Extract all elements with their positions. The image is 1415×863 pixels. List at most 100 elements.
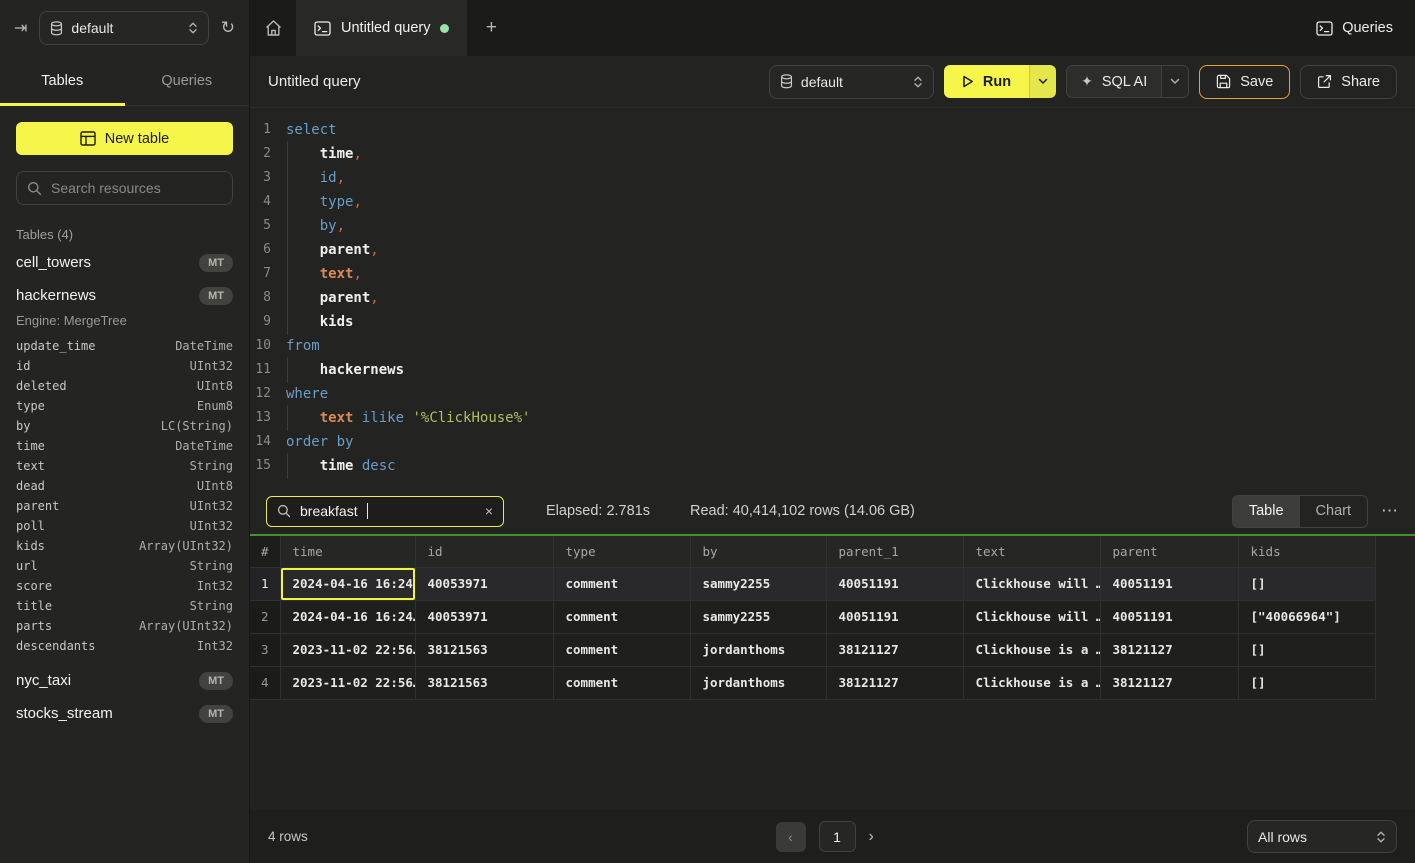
sidebar-table-nyc_taxi[interactable]: nyc_taxiMT [16,664,233,697]
code-line[interactable]: 2 time, [250,142,1415,166]
row-number[interactable]: 2 [250,600,280,633]
table-cell[interactable]: comment [553,666,690,699]
column-header-parent_1[interactable]: parent_1 [826,536,963,567]
code-line[interactable]: 10from [250,334,1415,358]
terminal-icon [1316,21,1333,36]
table-cell[interactable]: 40051191 [826,567,963,600]
code-line[interactable]: 15 time desc [250,454,1415,478]
code-line[interactable]: 5 by, [250,214,1415,238]
share-button[interactable]: Share [1300,65,1397,99]
column-header-by[interactable]: by [690,536,826,567]
table-cell[interactable]: 40053971 [415,567,553,600]
column-name: score [16,579,52,593]
chevron-updown-icon [913,75,923,89]
sidebar-tab-queries[interactable]: Queries [125,56,250,105]
run-options-chevron[interactable] [1029,65,1056,98]
new-table-button[interactable]: New table [16,122,233,155]
clear-search-icon[interactable]: × [485,503,493,519]
topbar-spacer [515,0,1316,56]
queries-button[interactable]: Queries [1316,0,1393,56]
table-cell[interactable]: jordanthoms [690,666,826,699]
table-cell[interactable]: 38121127 [1100,666,1238,699]
table-cell[interactable]: comment [553,600,690,633]
tab-untitled-query[interactable]: Untitled query [296,0,467,56]
column-header-kids[interactable]: kids [1238,536,1375,567]
table-cell[interactable]: 40051191 [1100,600,1238,633]
table-cell[interactable]: sammy2255 [690,567,826,600]
sql-editor[interactable]: 1select2 time,3 id,4 type,5 by,6 parent,… [250,108,1415,488]
code-line[interactable]: 6 parent, [250,238,1415,262]
column-header-parent[interactable]: parent [1100,536,1238,567]
sidebar-tab-tables[interactable]: Tables [0,56,125,105]
sidebar-table-cell_towers[interactable]: cell_towersMT [16,246,233,279]
table-cell[interactable]: 2023-11-02 22:56… [280,666,415,699]
query-database-selector[interactable]: default [769,65,934,99]
new-tab-button[interactable]: + [467,0,515,56]
column-header-text[interactable]: text [963,536,1100,567]
table-cell[interactable]: 38121127 [826,633,963,666]
code-line[interactable]: 7 text, [250,262,1415,286]
table-cell[interactable]: 2023-11-02 22:56… [280,633,415,666]
column-header-id[interactable]: id [415,536,553,567]
code-line[interactable]: 1select [250,118,1415,142]
code-line[interactable]: 13 text ilike '%ClickHouse%' [250,406,1415,430]
code-line[interactable]: 4 type, [250,190,1415,214]
code-line[interactable]: 11 hackernews [250,358,1415,382]
table-cell[interactable]: 38121563 [415,633,553,666]
page-size-selector[interactable]: All rows [1247,820,1397,853]
results-table-area: #timeidtypebyparent_1textparentkids 12024… [250,536,1415,810]
code-line[interactable]: 3 id, [250,166,1415,190]
page-number-input[interactable]: 1 [818,821,855,852]
table-cell[interactable]: Clickhouse is a … [963,666,1100,699]
run-button[interactable]: Run [944,65,1029,98]
save-button[interactable]: Save [1199,65,1290,99]
next-page-icon[interactable]: › [868,828,873,846]
table-cell[interactable]: 38121563 [415,666,553,699]
column-header-#[interactable]: # [250,536,280,567]
collapse-sidebar-icon[interactable]: ⇥ [14,18,27,38]
results-search-box[interactable]: breakfast × [266,496,504,527]
sidebar-tabs: Tables Queries [0,56,249,106]
table-cell[interactable]: 40053971 [415,600,553,633]
table-cell[interactable]: Clickhouse will … [963,567,1100,600]
prev-page-icon[interactable]: ‹ [775,822,805,852]
table-cell[interactable]: Clickhouse will … [963,600,1100,633]
code-line[interactable]: 9 kids [250,310,1415,334]
table-cell[interactable]: 40051191 [826,600,963,633]
refresh-icon[interactable]: ↻ [221,18,235,38]
table-cell[interactable]: 38121127 [826,666,963,699]
search-resources-input[interactable] [51,180,222,196]
table-cell[interactable]: [] [1238,633,1375,666]
sidebar-search[interactable] [16,171,233,205]
code-line[interactable]: 8 parent, [250,286,1415,310]
table-cell[interactable]: ["40066964"] [1238,600,1375,633]
row-number[interactable]: 1 [250,567,280,600]
sidebar-table-stocks_stream[interactable]: stocks_streamMT [16,697,233,730]
home-icon[interactable] [250,0,296,56]
column-type: LC(String) [161,419,233,433]
table-cell[interactable]: Clickhouse is a … [963,633,1100,666]
view-toggle-table[interactable]: Table [1233,496,1300,527]
column-header-time[interactable]: time [280,536,415,567]
row-number[interactable]: 4 [250,666,280,699]
table-cell[interactable]: 40051191 [1100,567,1238,600]
more-options-icon[interactable]: ⋯ [1381,501,1399,521]
table-cell[interactable]: 2024-04-16 16:24… [280,600,415,633]
table-cell[interactable]: comment [553,567,690,600]
view-toggle-chart[interactable]: Chart [1300,496,1367,527]
table-cell[interactable]: 38121127 [1100,633,1238,666]
database-selector[interactable]: default [39,11,208,45]
table-cell[interactable]: [] [1238,666,1375,699]
sidebar-table-hackernews[interactable]: hackernewsMT [16,279,233,312]
table-cell[interactable]: 2024-04-16 16:24… [280,567,415,600]
table-cell[interactable]: jordanthoms [690,633,826,666]
sql-ai-button[interactable]: ✦ SQL AI [1066,65,1162,98]
table-cell[interactable]: [] [1238,567,1375,600]
column-header-type[interactable]: type [553,536,690,567]
table-cell[interactable]: sammy2255 [690,600,826,633]
code-line[interactable]: 14order by [250,430,1415,454]
code-line[interactable]: 12where [250,382,1415,406]
sql-ai-chevron[interactable] [1162,65,1189,98]
row-number[interactable]: 3 [250,633,280,666]
table-cell[interactable]: comment [553,633,690,666]
